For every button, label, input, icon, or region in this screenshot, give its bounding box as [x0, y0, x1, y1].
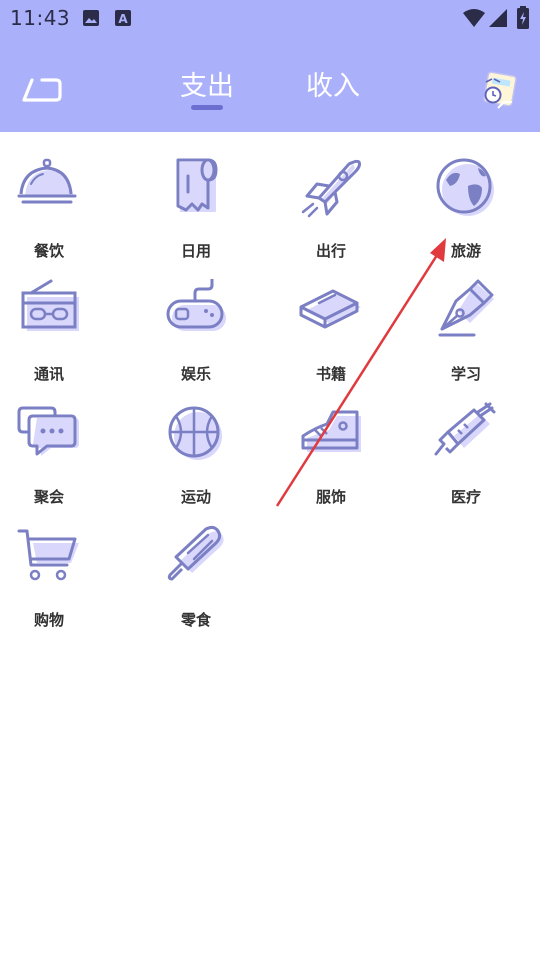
app-header: 11:43 A 支出 收入	[0, 0, 540, 132]
signal-icon	[489, 9, 507, 27]
category-label: 医疗	[450, 488, 481, 506]
shoe-icon	[301, 410, 361, 452]
category-dining[interactable]: 餐饮	[0, 156, 104, 260]
tab-expense[interactable]: 支出	[180, 64, 234, 103]
category-label: 零食	[180, 611, 211, 629]
category-medical[interactable]: 医疗	[411, 402, 521, 506]
rocket-icon	[301, 159, 361, 218]
image-icon	[83, 10, 99, 26]
category-tourism[interactable]: 旅游	[411, 156, 521, 260]
back-button[interactable]	[18, 70, 66, 110]
chat-bubbles-icon	[17, 406, 79, 456]
category-label: 旅游	[450, 242, 481, 260]
category-communication[interactable]: 通讯	[0, 279, 104, 383]
category-label: 购物	[33, 611, 64, 629]
category-label: 餐饮	[33, 242, 64, 260]
basketball-icon	[168, 406, 222, 460]
wifi-icon	[463, 9, 485, 27]
category-label: 服饰	[315, 488, 346, 506]
category-entertainment[interactable]: 娱乐	[141, 279, 251, 383]
category-label: 学习	[450, 365, 481, 383]
globe-icon	[436, 158, 494, 216]
food-cloche-icon	[17, 158, 77, 204]
status-time: 11:43	[10, 6, 71, 30]
category-label: 娱乐	[180, 365, 211, 383]
category-label: 聚会	[33, 488, 64, 506]
category-books[interactable]: 书籍	[276, 279, 386, 383]
tab-income[interactable]: 收入	[306, 64, 360, 103]
text-a-icon: A	[115, 10, 131, 26]
book-icon	[299, 289, 361, 329]
tab-indicator	[191, 105, 223, 110]
category-shopping[interactable]: 购物	[0, 525, 104, 629]
popsicle-icon	[167, 525, 224, 581]
category-gathering[interactable]: 聚会	[0, 402, 104, 506]
fountain-pen-icon	[438, 279, 494, 337]
status-bar: 11:43 A	[0, 0, 540, 36]
category-label: 日用	[180, 242, 211, 260]
category-travel[interactable]: 出行	[276, 156, 386, 260]
shopping-cart-icon	[17, 529, 79, 581]
paper-roll-icon	[176, 158, 218, 212]
category-study[interactable]: 学习	[411, 279, 521, 383]
category-daily-use[interactable]: 日用	[141, 156, 251, 260]
category-label: 书籍	[315, 365, 346, 383]
category-sports[interactable]: 运动	[141, 402, 251, 506]
category-snacks[interactable]: 零食	[141, 525, 251, 629]
calculator-button[interactable]	[476, 68, 520, 112]
svg-text:A: A	[118, 12, 128, 26]
category-label: 运动	[180, 488, 211, 506]
category-clothing[interactable]: 服饰	[276, 402, 386, 506]
syringe-icon	[434, 402, 496, 456]
category-label: 通讯	[33, 365, 64, 383]
battery-icon	[517, 6, 529, 29]
category-label: 出行	[315, 242, 346, 260]
radio-icon	[21, 279, 79, 331]
gamepad-icon	[166, 279, 226, 331]
